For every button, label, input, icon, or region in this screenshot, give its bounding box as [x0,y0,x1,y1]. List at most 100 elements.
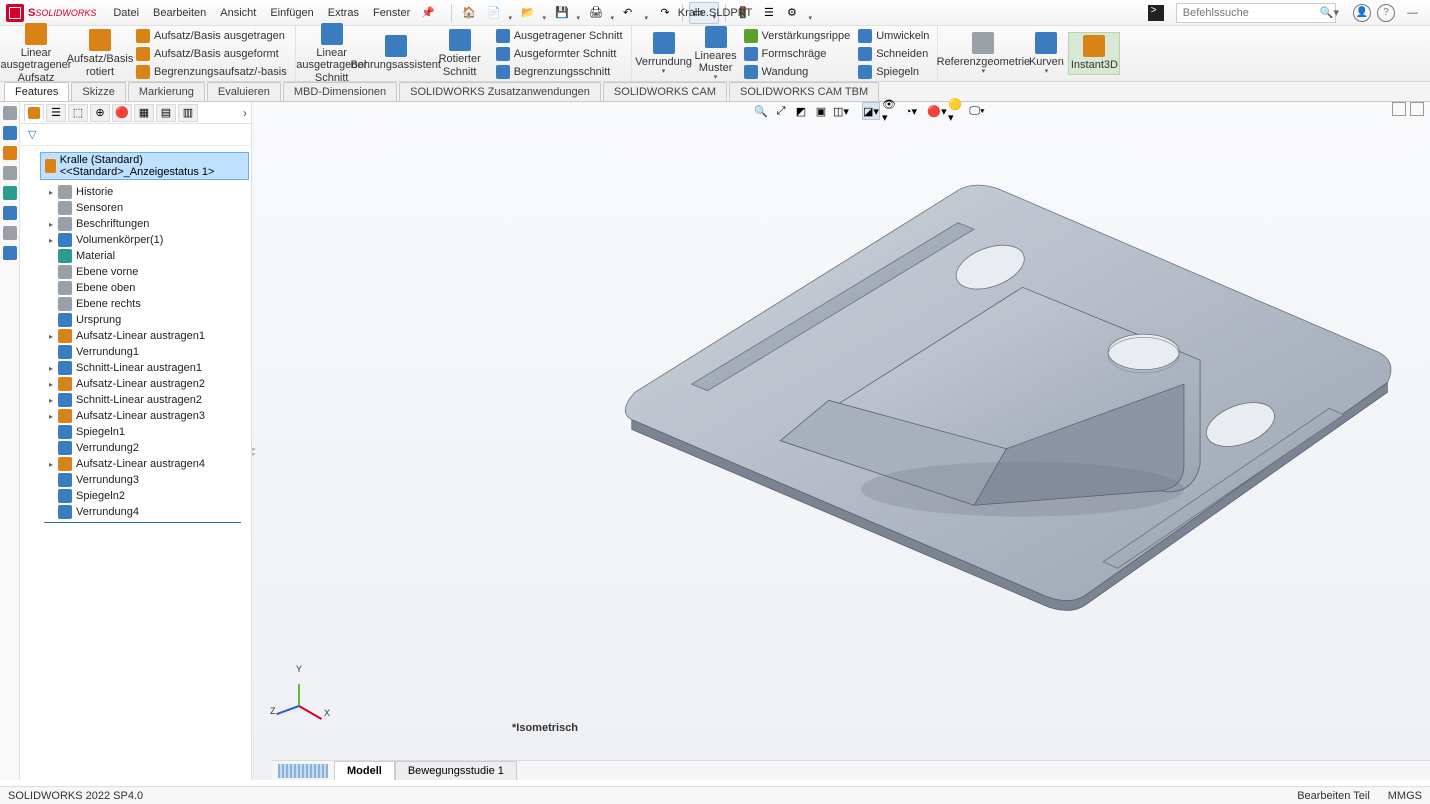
scene-icon[interactable]: ◔▾ [902,102,920,120]
tree-node[interactable]: ▸Schnitt-Linear austragen1 [44,360,251,376]
tree-node[interactable]: ▸Beschriftungen [44,216,251,232]
vp-max-icon[interactable] [1410,102,1424,116]
tab-evaluieren[interactable]: Evaluieren [207,82,281,101]
taskpane-view-palette-icon[interactable] [3,166,17,180]
new-button[interactable]: 📄 [484,2,514,24]
tree-node[interactable]: Sensoren [44,200,251,216]
tree-node[interactable]: Ebene rechts [44,296,251,312]
expand-icon[interactable]: ▸ [46,332,56,341]
expand-icon[interactable]: ▸ [46,460,56,469]
tab-cam[interactable]: SOLIDWORKS CAM [603,82,727,101]
cmd-hole-wizard[interactable]: Bohrungsassistent [364,33,428,73]
cmd-loft[interactable]: Aufsatz/Basis ausgeformt [132,45,291,63]
cmd-mirror[interactable]: Spiegeln [854,63,933,81]
menu-einfuegen[interactable]: Einfügen [263,3,320,23]
cmd-curves[interactable]: Kurven▾ [1024,30,1068,78]
mgrtab-cam-tools[interactable]: ▥ [178,104,198,122]
menu-bearbeiten[interactable]: Bearbeiten [146,3,213,23]
mgrtab-display[interactable]: 🔴 [112,104,132,122]
options-list-icon[interactable]: ☰ [758,2,780,24]
appearance-icon[interactable]: 🔴▾ [928,102,946,120]
print-button[interactable]: 🖨 [586,2,616,24]
hide-show-icon[interactable]: 👁▾ [882,102,900,120]
zoom-area-icon[interactable]: ⤢ [772,102,790,120]
tree-node[interactable]: Verrundung1 [44,344,251,360]
cmd-shell[interactable]: Wandung [740,63,855,81]
tab-modell[interactable]: Modell [334,761,395,780]
tree-node[interactable]: ▸Historie [44,184,251,200]
filter-bar[interactable]: ▽ [20,124,251,146]
cmd-linear-pattern[interactable]: Lineares Muster▾ [692,24,740,84]
tree-node[interactable]: Material [44,248,251,264]
tree-node[interactable]: Ebene oben [44,280,251,296]
save-button[interactable]: 💾 [552,2,582,24]
cmd-rib[interactable]: Verstärkungsrippe [740,27,855,45]
cmd-revolve-cut[interactable]: Rotierter Schnitt [428,27,492,79]
pin-icon[interactable]: 📌 [421,6,435,19]
cmd-linear-extrude[interactable]: Linear ausgetragener Aufsatz [4,21,68,85]
mgrtab-feature-tree[interactable] [24,104,44,122]
render-icon[interactable]: 🟡▾ [948,102,966,120]
menu-datei[interactable]: Datei [106,3,146,23]
taskpane-cam-icon[interactable] [3,246,17,260]
tree-node[interactable]: ▸Schnitt-Linear austragen2 [44,392,251,408]
tree-node[interactable]: Spiegeln2 [44,488,251,504]
tab-skizze[interactable]: Skizze [71,82,125,101]
tab-markierung[interactable]: Markierung [128,82,205,101]
tab-mbd[interactable]: MBD-Dimensionen [283,82,397,101]
settings-button[interactable]: ⚙ [784,2,814,24]
tree-node[interactable]: Verrundung4 [44,504,251,520]
expand-icon[interactable]: ▸ [46,396,56,405]
taskpane-custom-props-icon[interactable] [3,206,17,220]
mgrtab-cam-ops[interactable]: ▤ [156,104,176,122]
search-icon[interactable]: 🔍▾ [1320,6,1339,19]
tree-node[interactable]: Ebene vorne [44,264,251,280]
cmd-boundary-cut[interactable]: Begrenzungsschnitt [492,63,627,81]
section-view-icon[interactable]: ▣ [812,102,830,120]
manager-expand-icon[interactable]: › [243,106,247,120]
tree-node[interactable]: ▸Aufsatz-Linear austragen1 [44,328,251,344]
open-button[interactable]: 📂 [518,2,548,24]
tree-node[interactable]: ▸Aufsatz-Linear austragen2 [44,376,251,392]
screen-icon[interactable]: 🖵▾ [968,102,986,120]
command-search-input[interactable] [1176,3,1336,23]
taskpane-file-explorer-icon[interactable] [3,146,17,160]
prev-view-icon[interactable]: ◩ [792,102,810,120]
view-orient-icon[interactable]: ◫▾ [832,102,850,120]
expand-icon[interactable]: ▸ [46,220,56,229]
cmd-wrap[interactable]: Umwickeln [854,27,933,45]
status-units[interactable]: MMGS [1388,790,1422,802]
cmd-sweep[interactable]: Aufsatz/Basis ausgetragen [132,27,291,45]
menu-ansicht[interactable]: Ansicht [213,3,263,23]
tree-root[interactable]: Kralle (Standard) <<Standard>_Anzeigesta… [40,152,249,180]
taskpane-design-lib-icon[interactable] [3,126,17,140]
expand-icon[interactable]: ▸ [46,236,56,245]
cmd-fillet[interactable]: Verrundung▾ [636,30,692,78]
expand-icon[interactable]: ▸ [46,188,56,197]
tab-addins[interactable]: SOLIDWORKS Zusatzanwendungen [399,82,601,101]
tree-node[interactable]: Verrundung2 [44,440,251,456]
expand-icon[interactable]: ▸ [46,380,56,389]
cmd-loft-cut[interactable]: Ausgeformter Schnitt [492,45,627,63]
tree-node[interactable]: ▸Aufsatz-Linear austragen4 [44,456,251,472]
tab-cam-tbm[interactable]: SOLIDWORKS CAM TBM [729,82,879,101]
mgrtab-dimxpert[interactable]: ⊕ [90,104,110,122]
cmd-intersect[interactable]: Schneiden [854,45,933,63]
cmd-revolve[interactable]: Aufsatz/Basis rotiert [68,27,132,79]
user-account-icon[interactable]: 👤 [1353,4,1371,22]
taskpane-appearances-icon[interactable] [3,186,17,200]
zoom-fit-icon[interactable]: 🔍 [752,102,770,120]
taskpane-forum-icon[interactable] [3,226,17,240]
cmd-cut-extrude[interactable]: Linear ausgetragener Schnitt [300,21,364,85]
expand-icon[interactable]: ▸ [46,364,56,373]
cmd-instant3d[interactable]: Instant3D [1068,32,1120,74]
mgrtab-config[interactable]: ⬚ [68,104,88,122]
home-button[interactable]: 🏠 [458,2,480,24]
undo-button[interactable]: ↶ [620,2,650,24]
panel-resize-handle[interactable]: ▸▸ [251,434,257,470]
tab-motion-study[interactable]: Bewegungsstudie 1 [395,761,517,780]
tree-node[interactable]: Spiegeln1 [44,424,251,440]
cmd-draft[interactable]: Formschräge [740,45,855,63]
tree-node[interactable]: Verrundung3 [44,472,251,488]
tree-node[interactable]: Ursprung [44,312,251,328]
